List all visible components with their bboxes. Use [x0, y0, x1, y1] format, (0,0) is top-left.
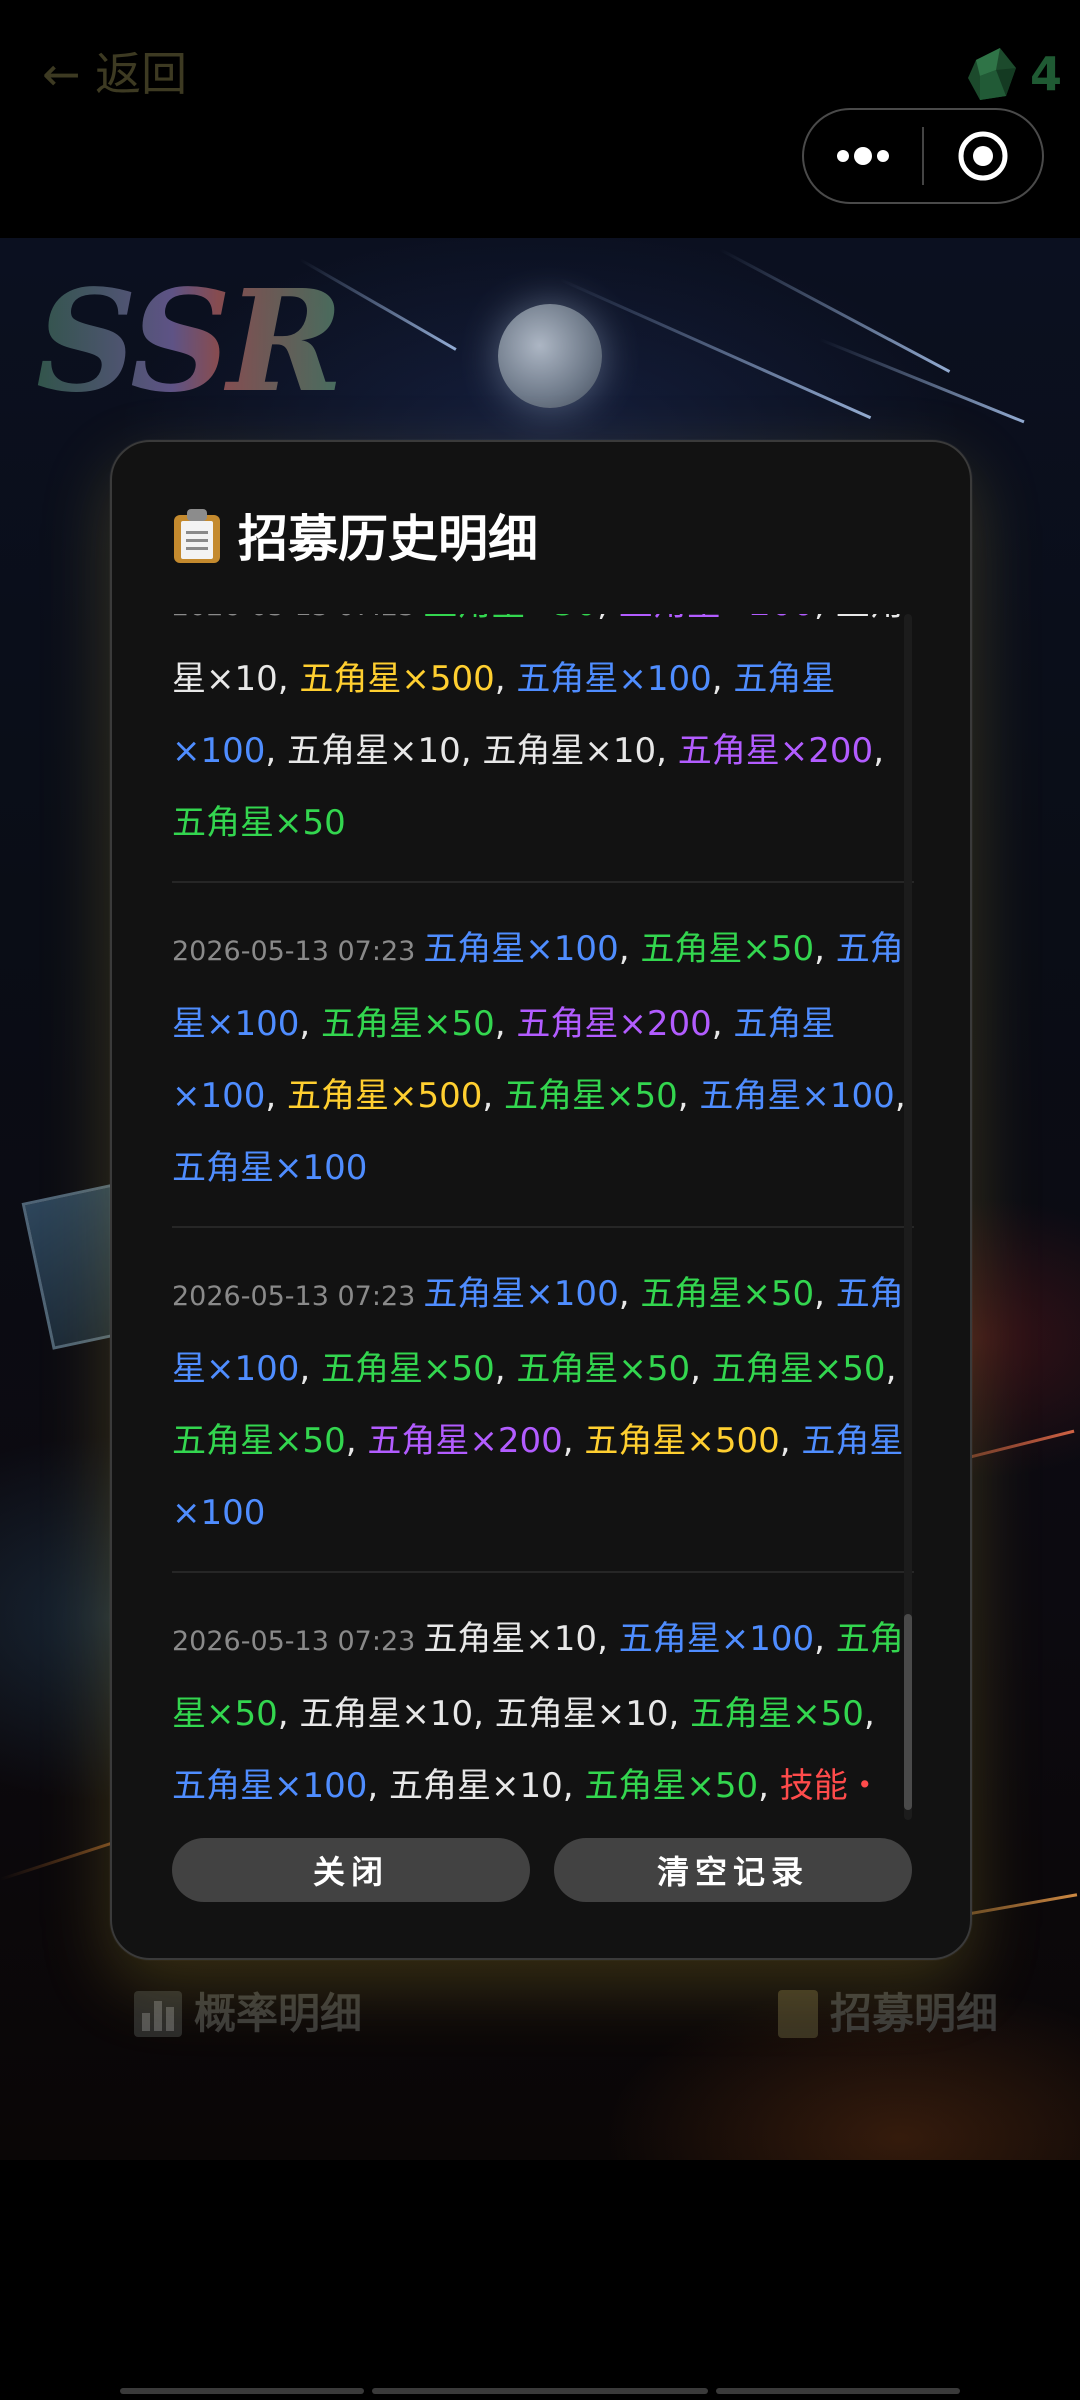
target-circle-icon: [958, 131, 1008, 181]
reward-item: 五角星×50: [584, 1766, 759, 1806]
record-timestamp: 2026-05-13 07:23: [172, 936, 416, 967]
reward-item: 五角星×200: [516, 1004, 712, 1044]
ssr-logo: SSR: [36, 260, 343, 424]
reward-item: 五角星×50: [516, 1349, 691, 1389]
reward-item: 五角星×200: [619, 614, 814, 624]
reward-item: 五角星×10: [389, 1766, 563, 1806]
more-dots-icon: [837, 147, 889, 165]
reward-item: 五角星×100: [516, 659, 712, 699]
record-timestamp: 2026-05-13 07:23: [172, 614, 415, 622]
reward-item: 五角星×500: [299, 659, 495, 699]
recruit-detail-label: 招募明细: [829, 1989, 998, 2038]
reward-item: 五角星×500: [584, 1421, 780, 1461]
history-record: 2026-05-13 07:23 五角星×100, 五角星×50, 五角星×100…: [172, 1252, 914, 1573]
reward-item: 五角星×50: [711, 1349, 886, 1389]
records-scroll-area[interactable]: 2026-05-13 07:23五角星×50, 五角星×200, 五角星×10,…: [172, 614, 914, 1820]
scrollbar-thumb[interactable]: [904, 1614, 912, 1810]
more-button[interactable]: [804, 110, 922, 202]
reward-item: 五角星×10: [287, 731, 461, 771]
reward-item: 五角星×100: [699, 1076, 895, 1116]
reward-item: 五角星×10: [494, 1694, 669, 1734]
home-indicator: [716, 2388, 960, 2394]
reward-item: 五角星×50: [172, 1421, 346, 1461]
reward-item: 五角星×100: [423, 1274, 619, 1314]
odds-detail-label: 概率明细: [194, 1989, 363, 2038]
reward-item: 五角星×50: [640, 1274, 815, 1314]
reward-item: 五角星×50: [504, 1076, 678, 1116]
history-record: 2026-05-13 07:23 五角星×100, 五角星×50, 五角星×100…: [172, 907, 914, 1228]
home-indicator: [120, 2388, 364, 2394]
records-list: 2026-05-13 07:23五角星×50, 五角星×200, 五角星×10,…: [172, 614, 914, 1820]
reward-item: 五角星×50: [690, 1694, 864, 1734]
scrollbar[interactable]: [904, 614, 912, 1820]
reward-item: 五角星×50: [640, 929, 815, 969]
clear-records-button[interactable]: 清空记录: [554, 1838, 912, 1902]
recruit-detail-link[interactable]: 招募明细: [777, 1984, 998, 2044]
modal-title-text: 招募历史明细: [238, 510, 538, 568]
clipboard-icon: [777, 1990, 818, 2038]
reward-item: 五角星×50: [423, 614, 597, 624]
home-indicator: [372, 2388, 708, 2394]
meteor-streak: [559, 278, 872, 420]
reward-item: 五角星×100: [172, 1148, 368, 1188]
history-record: 2026-05-13 07:23 五角星×10, 五角星×100, 五角星×50,…: [172, 1597, 914, 1820]
clipboard-icon: [174, 507, 220, 563]
reward-item: 五角星×50: [321, 1349, 495, 1389]
meteor-streak: [719, 248, 951, 373]
back-button[interactable]: ← 返回: [42, 44, 187, 104]
reward-item: 五角星×500: [287, 1076, 483, 1116]
reward-item: 五角星×50: [321, 1004, 495, 1044]
reward-item: 五角星×100: [618, 1619, 815, 1659]
reward-item: 五角星×100: [172, 1766, 368, 1806]
modal-title: 招募历史明细: [174, 500, 538, 570]
reward-item: 五角星×10: [482, 731, 657, 771]
close-button[interactable]: 关闭: [172, 1838, 530, 1902]
reward-item: 五角星×50: [172, 803, 346, 843]
reward-item: 五角星×200: [367, 1421, 563, 1461]
record-timestamp: 2026-05-13 07:23: [172, 1281, 416, 1312]
green-gem-icon: [966, 46, 1018, 102]
bar-chart-icon: [134, 1991, 182, 2037]
reward-item: 五角星×10: [423, 1619, 598, 1659]
gem-counter: 4: [966, 44, 1062, 104]
gem-count: 4: [1029, 47, 1062, 101]
record-timestamp: 2026-05-13 07:23: [172, 1626, 416, 1657]
reward-item: 五角星×100: [423, 929, 619, 969]
odds-detail-link[interactable]: 概率明细: [134, 1984, 362, 2044]
history-record: 2026-05-13 07:23五角星×50, 五角星×200, 五角星×10,…: [172, 614, 914, 883]
close-miniprogram-button[interactable]: [924, 110, 1042, 202]
recruit-history-modal: 招募历史明细 2026-05-13 07:23五角星×50, 五角星×200, …: [110, 440, 972, 1960]
reward-item: 五角星×10: [299, 1694, 474, 1734]
page: SSR ← 返回 4 概率明细 招募明细 招募历史明细 星×10, 五角星×50…: [0, 0, 1080, 2400]
reward-item: 五角星×200: [677, 731, 874, 771]
moon-image: [498, 304, 602, 408]
mini-program-capsule: [802, 108, 1044, 204]
